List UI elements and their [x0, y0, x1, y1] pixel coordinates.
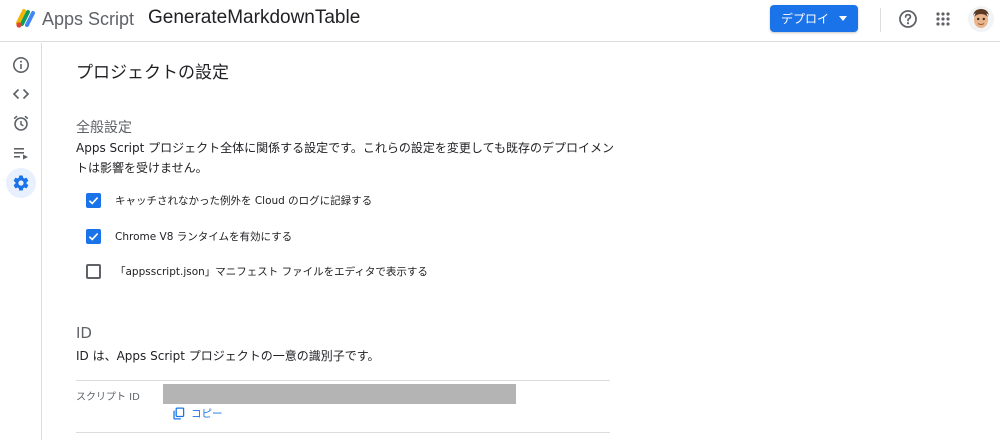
brand-name: Apps Script: [42, 9, 135, 29]
apps-grid-icon[interactable]: [935, 11, 951, 27]
chevron-down-icon: [839, 16, 847, 21]
divider: [76, 380, 610, 381]
project-title[interactable]: GenerateMarkdownTable: [148, 7, 360, 29]
option-v8-runtime-label: Chrome V8 ランタイムを有効にする: [115, 230, 293, 243]
copy-icon: [173, 406, 185, 420]
option-show-manifest-label: 「appsscript.json」マニフェスト ファイルをエディタで表示する: [115, 265, 428, 278]
gear-icon: [13, 175, 29, 191]
general-settings-title: 全般設定: [76, 120, 132, 136]
alarm-icon: [13, 115, 29, 131]
option-v8-runtime[interactable]: Chrome V8 ランタイムを有効にする: [86, 227, 292, 245]
copy-script-id-button[interactable]: コピー: [172, 405, 223, 421]
deploy-button[interactable]: デプロイ: [770, 5, 858, 32]
deploy-button-label: デプロイ: [780, 12, 829, 26]
checkbox-v8-runtime[interactable]: [86, 228, 101, 244]
general-settings-description: Apps Script プロジェクト全体に関係する設定です。これらの設定を変更し…: [76, 138, 616, 178]
option-cloud-logging[interactable]: キャッチされなかった例外を Cloud のログに記録する: [86, 191, 372, 209]
avatar[interactable]: [968, 6, 994, 32]
general-settings-description-line2: トは影響を受けません。: [76, 161, 208, 175]
help-circle-icon[interactable]: [898, 9, 918, 29]
sidebar-item-settings[interactable]: [6, 168, 36, 198]
header-divider: [880, 8, 881, 32]
info-icon: [13, 57, 29, 73]
executions-icon: [14, 148, 28, 160]
top-app-bar: Apps Script GenerateMarkdownTable デプロイ: [0, 0, 1000, 42]
apps-script-logo-icon[interactable]: [14, 7, 38, 29]
option-cloud-logging-label: キャッチされなかった例外を Cloud のログに記録する: [115, 194, 373, 207]
id-section-description: ID は、Apps Script プロジェクトの一意の識別子です。: [76, 349, 380, 363]
copy-button-label: コピー: [191, 407, 223, 420]
option-show-manifest[interactable]: 「appsscript.json」マニフェスト ファイルをエディタで表示する: [86, 262, 428, 280]
divider: [76, 432, 610, 433]
checkbox-show-manifest[interactable]: [86, 263, 101, 279]
script-id-value-redacted: [163, 384, 516, 404]
general-settings-description-line1: Apps Script プロジェクト全体に関係する設定です。これらの設定を変更し…: [76, 141, 614, 155]
sidebar-item-executions[interactable]: [6, 138, 36, 168]
script-id-label: スクリプト ID: [76, 392, 140, 403]
page-title: プロジェクトの設定: [76, 63, 229, 83]
sidebar-item-overview[interactable]: [6, 50, 36, 80]
check-icon: [88, 196, 99, 205]
left-nav: [0, 43, 42, 440]
check-icon: [88, 232, 99, 241]
code-icon: [12, 88, 30, 100]
sidebar-item-triggers[interactable]: [6, 108, 36, 138]
id-section-title: ID: [76, 324, 92, 342]
checkbox-cloud-logging[interactable]: [86, 192, 101, 208]
sidebar-item-editor[interactable]: [6, 79, 36, 109]
